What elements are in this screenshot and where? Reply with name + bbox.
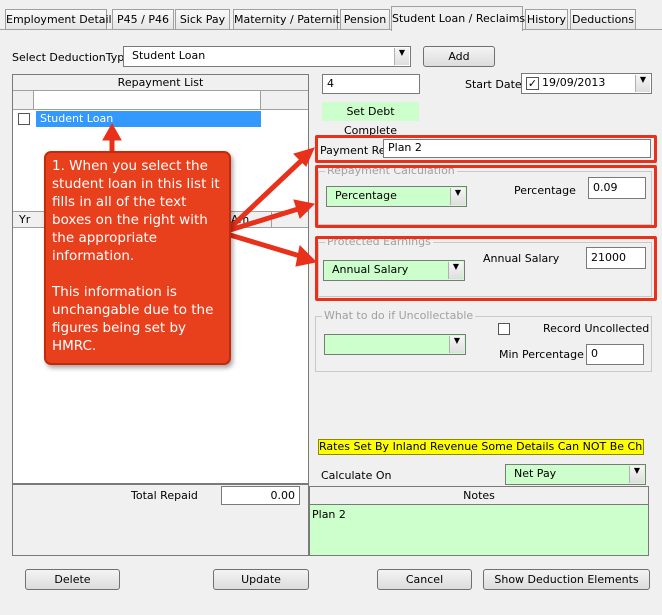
- arrow-to-protected-earnings: [227, 232, 303, 259]
- callout-paragraph-1: 1. When you select the student loan in t…: [52, 158, 220, 264]
- tab-student-loan-reclaims[interactable]: Student Loan / Reclaims: [391, 6, 525, 31]
- annotation-callout: 1. When you select the student loan in t…: [44, 151, 231, 365]
- callout-paragraph-2: This information is unchangable due to t…: [52, 284, 214, 354]
